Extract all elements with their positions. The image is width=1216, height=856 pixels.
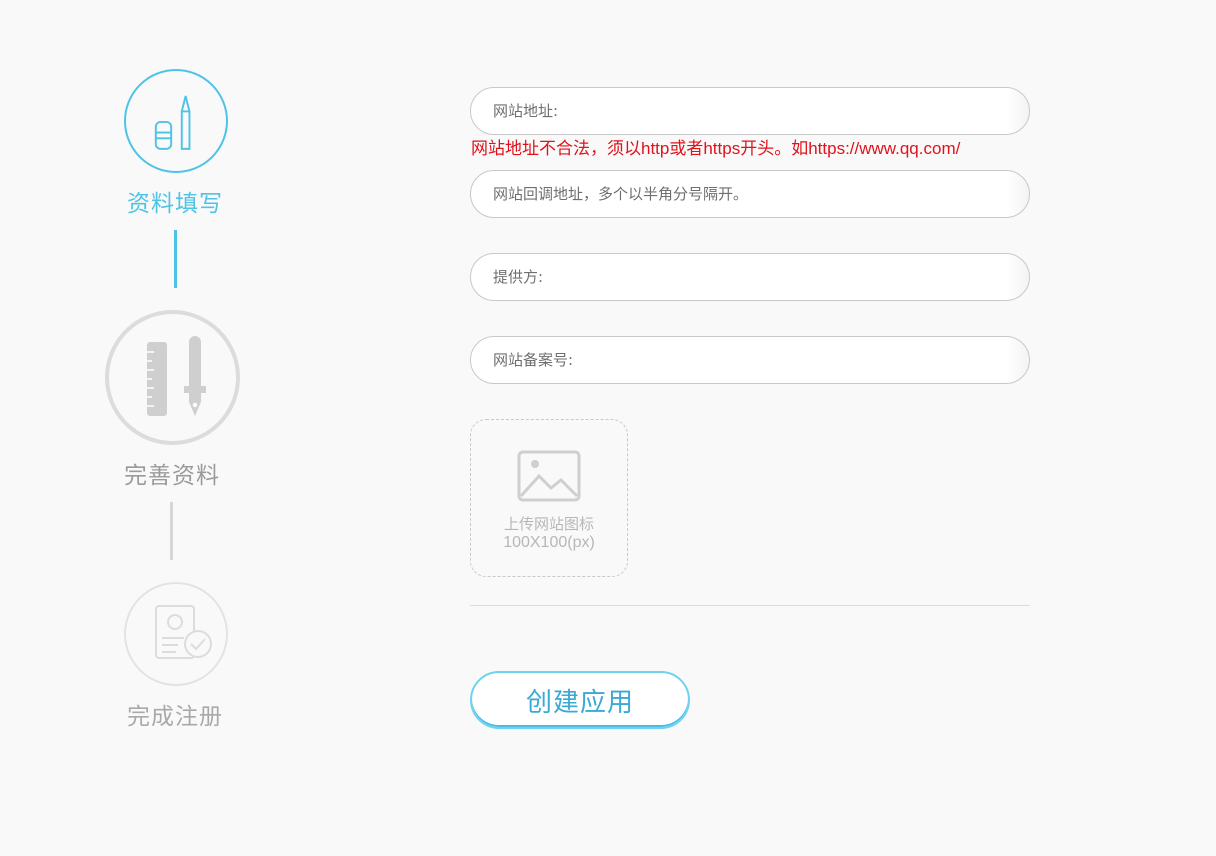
step-1-label: 资料填写 [127,191,223,217]
icp-number-input[interactable] [471,337,1029,383]
step-2-circle [105,310,240,445]
provider-input[interactable] [471,254,1029,300]
upload-label: 上传网站图标 [503,516,594,533]
form-divider [470,605,1030,606]
step-3-circle [124,582,228,686]
step-1-circle [124,69,228,173]
callback-url-field[interactable] [470,170,1030,218]
website-url-input[interactable] [471,88,1029,134]
website-url-field[interactable] [470,87,1030,135]
image-icon [517,450,581,502]
upload-size-hint: 100X100(px) [503,534,595,551]
ruler-pen-icon [147,336,206,416]
create-app-button[interactable]: 创建应用 [470,671,690,729]
step-2-label: 完善资料 [124,463,220,489]
step-connector-1 [174,230,177,288]
icon-upload-box[interactable]: 上传网站图标 100X100(px) [470,419,628,577]
step-connector-2 [170,502,173,560]
icp-number-field[interactable] [470,336,1030,384]
register-app-page: 资料填写 完善资料 完成注册 网站地址: 网站地址不合法，须以http或者htt… [0,0,1216,856]
website-url-error: 网站地址不合法，须以http或者https开头。如https://www.qq.… [471,139,961,158]
provider-field[interactable] [470,253,1030,301]
pencil-eraser-icon [154,95,191,150]
callback-url-input[interactable] [471,171,1029,217]
profile-check-icon [155,605,212,659]
step-3-label: 完成注册 [127,704,223,730]
